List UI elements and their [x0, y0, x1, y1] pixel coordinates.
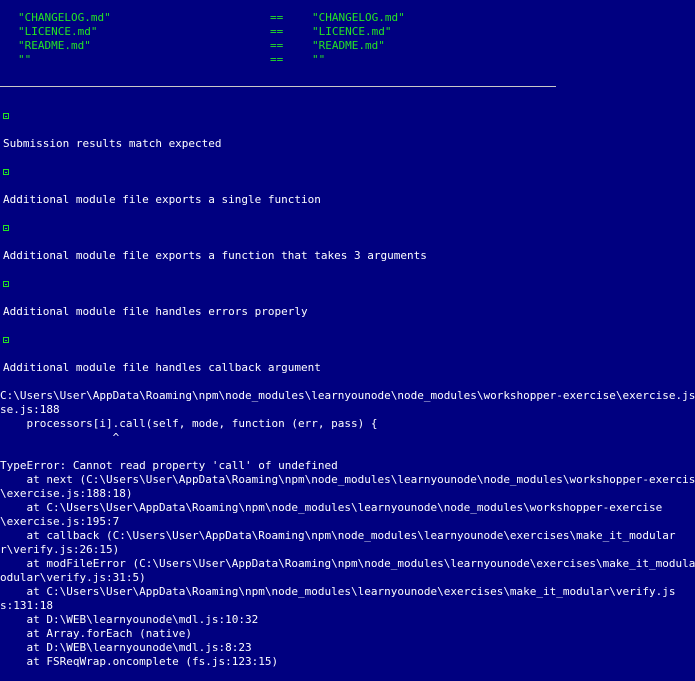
comparison-right: "LICENCE.md"	[312, 25, 392, 38]
error-line: TypeError: Cannot read property 'call' o…	[0, 459, 338, 472]
comparison-right: ""	[312, 53, 326, 66]
check-icon	[3, 225, 9, 231]
error-line: se.js:188	[0, 403, 60, 416]
error-line: at callback (C:\Users\User\AppData\Roami…	[0, 529, 676, 542]
result-message: Additional module file exports a functio…	[3, 249, 427, 262]
comparison-operator: ==	[270, 11, 284, 24]
error-line: at C:\Users\User\AppData\Roaming\npm\nod…	[0, 501, 663, 514]
error-line: at D:\WEB\learnyounode\mdl.js:8:23	[0, 641, 252, 654]
error-line: at FSReqWrap.oncomplete (fs.js:123:15)	[0, 655, 279, 668]
comparison-left: "README.md"	[18, 39, 91, 52]
error-line: \exercise.js:188:18)	[0, 487, 133, 500]
error-line: s:131:18	[0, 599, 53, 612]
error-line: processors[i].call(self, mode, function …	[0, 417, 378, 430]
check-icon	[3, 113, 9, 119]
comparison-left: ""	[18, 53, 32, 66]
comparison-operator: ==	[270, 53, 284, 66]
error-line: at C:\Users\User\AppData\Roaming\npm\nod…	[0, 585, 676, 598]
error-line: at Array.forEach (native)	[0, 627, 193, 640]
check-icon	[3, 169, 9, 175]
error-line: ^	[0, 431, 120, 444]
separator-line	[0, 86, 556, 87]
error-line: at next (C:\Users\User\AppData\Roaming\n…	[0, 473, 695, 486]
error-line: r\verify.js:26:15)	[0, 543, 120, 556]
result-message: Additional module file handles callback …	[3, 361, 321, 374]
comparison-left: "LICENCE.md"	[18, 25, 98, 38]
comparison-operator: ==	[270, 39, 284, 52]
comparison-operator: ==	[270, 25, 284, 38]
error-line: C:\Users\User\AppData\Roaming\npm\node_m…	[0, 389, 695, 402]
comparison-left: "CHANGELOG.md"	[18, 11, 111, 24]
error-line: at modFileError (C:\Users\User\AppData\R…	[0, 557, 695, 570]
terminal-window[interactable]: "CHANGELOG.md" == "CHANGELOG.md" "LICENC…	[0, 0, 695, 681]
check-icon	[3, 281, 9, 287]
comparison-right: "CHANGELOG.md"	[312, 11, 405, 24]
comparison-right: "README.md"	[312, 39, 385, 52]
error-line: \exercise.js:195:7	[0, 515, 120, 528]
result-message: Submission results match expected	[3, 137, 222, 150]
error-line: at D:\WEB\learnyounode\mdl.js:10:32	[0, 613, 259, 626]
result-message: Additional module file handles errors pr…	[3, 305, 308, 318]
check-icon	[3, 337, 9, 343]
error-line: odular\verify.js:31:5)	[0, 571, 146, 584]
result-message: Additional module file exports a single …	[3, 193, 321, 206]
